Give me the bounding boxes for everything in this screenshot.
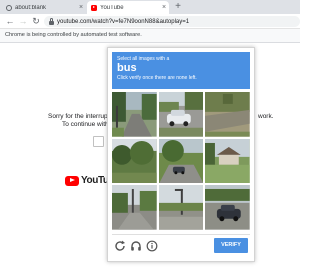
captcha-tile[interactable]	[205, 138, 250, 184]
captcha-tile[interactable]	[112, 92, 157, 137]
captcha-tile[interactable]	[158, 92, 204, 137]
tab-label: about:blank	[15, 4, 47, 11]
reload-icon[interactable]: ↻	[30, 15, 42, 27]
captcha-tile[interactable]	[158, 185, 204, 230]
close-icon[interactable]: ×	[76, 4, 86, 11]
automation-infobar: Chrome is being controlled by automated …	[0, 29, 300, 43]
globe-icon	[6, 4, 12, 11]
tab-label: YouTube	[100, 4, 124, 11]
forward-arrow-icon[interactable]: →	[17, 15, 29, 27]
tab-strip: about:blank × YouTube × +	[0, 0, 300, 14]
captcha-target: bus	[117, 62, 137, 74]
captcha-header: Select all images with a bus Click verif…	[112, 52, 250, 89]
tab-youtube[interactable]: YouTube ×	[87, 1, 169, 14]
verify-button[interactable]: VERIFY	[214, 238, 248, 253]
browser-toolbar: ← → ↻ youtube.com/watch?v=fe7N9oonN88&au…	[0, 14, 300, 29]
back-arrow-icon[interactable]: ←	[4, 15, 16, 27]
captcha-tile[interactable]	[205, 185, 250, 230]
reload-icon[interactable]	[114, 240, 126, 252]
captcha-footer: VERIFY	[112, 234, 250, 256]
captcha-tile[interactable]	[158, 138, 204, 184]
youtube-play-icon	[65, 175, 79, 186]
youtube-favicon-icon	[91, 4, 97, 11]
recaptcha-checkbox[interactable]	[93, 136, 104, 147]
captcha-tile[interactable]	[112, 185, 157, 230]
address-bar[interactable]: youtube.com/watch?v=fe7N9oonN88&autoplay…	[44, 16, 300, 27]
network-text: work.	[258, 113, 274, 120]
captcha-image-grid	[112, 92, 250, 230]
close-icon[interactable]: ×	[159, 4, 169, 11]
lock-icon	[49, 18, 54, 25]
new-tab-button[interactable]: +	[172, 1, 184, 13]
captcha-tile[interactable]	[112, 138, 157, 184]
captcha-tile[interactable]	[205, 92, 250, 137]
captcha-challenge: Select all images with a bus Click verif…	[107, 47, 255, 262]
info-icon[interactable]	[146, 240, 158, 252]
captcha-sub-instruction: Click verify once there are none left.	[117, 75, 197, 81]
headphones-icon[interactable]	[130, 240, 142, 252]
url-text: youtube.com/watch?v=fe7N9oonN88&autoplay…	[57, 18, 190, 25]
tab-about-blank[interactable]: about:blank ×	[2, 1, 86, 14]
